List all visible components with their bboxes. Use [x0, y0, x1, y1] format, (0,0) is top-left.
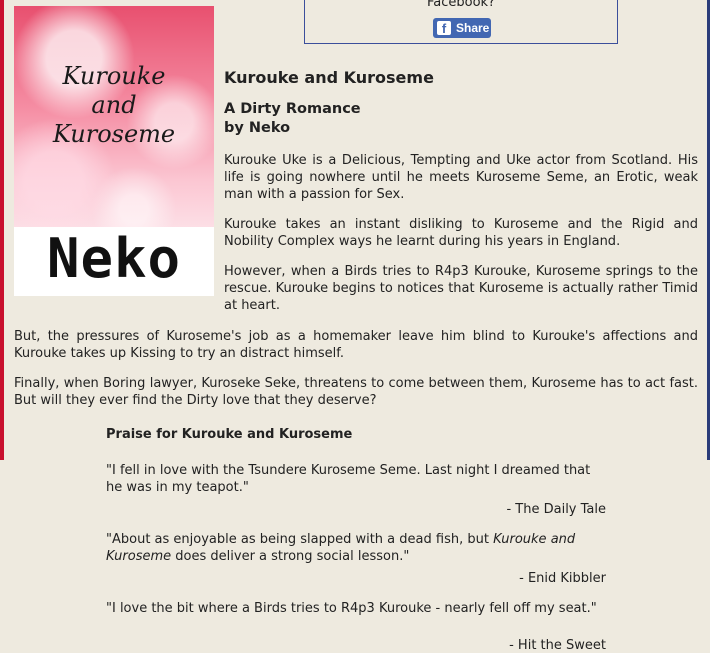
review-quote-text: "About as enjoyable as being slapped wit…	[106, 532, 494, 547]
review-source: - The Daily Tale	[506, 502, 606, 517]
review-quote-text: does deliver a strong social lesson."	[171, 549, 410, 564]
blurb-paragraph: Finally, when Boring lawyer, Kuroseke Se…	[14, 376, 698, 408]
review-quote: "I fell in love with the Tsundere Kurose…	[106, 463, 591, 495]
share-button-label: Share	[456, 21, 490, 35]
cover-author: Neko	[14, 227, 214, 296]
review-quote: "I love the bit where a Birds tries to R…	[106, 601, 597, 616]
facebook-share-button[interactable]: f Share	[433, 18, 491, 38]
book-cover-image: Kurouke and Kuroseme Neko	[14, 6, 214, 296]
blurb-paragraph: Kurouke Uke is a Delicious, Tempting and…	[224, 153, 698, 202]
blurb-paragraph: However, when a Birds tries to R4p3 Kuro…	[224, 264, 698, 313]
book-subtitle: A Dirty Romance	[224, 101, 361, 117]
facebook-icon: f	[437, 21, 451, 35]
cover-title: Kurouke and Kuroseme	[52, 62, 176, 148]
praise-heading: Praise for Kurouke and Kuroseme	[106, 427, 353, 442]
share-prompt: Facebook?	[427, 0, 495, 10]
review-quote: "About as enjoyable as being slapped wit…	[106, 531, 606, 565]
blurb-paragraph: Kurouke takes an instant disliking to Ku…	[224, 217, 698, 249]
share-box: Facebook? f Share	[304, 0, 618, 44]
left-accent-stripe	[0, 0, 4, 460]
book-byline: by Neko	[224, 120, 291, 136]
book-subtitle-block: A Dirty Romance by Neko	[224, 100, 361, 138]
blurb-paragraph: But, the pressures of Kuroseme's job as …	[14, 329, 698, 361]
review-source: - Enid Kibbler	[519, 571, 606, 586]
book-title: Kurouke and Kuroseme	[224, 68, 434, 87]
